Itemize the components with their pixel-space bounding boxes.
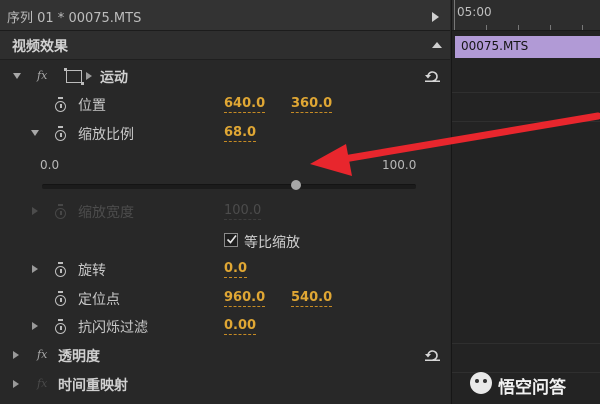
expand-right-icon bbox=[32, 207, 38, 215]
track-divider bbox=[452, 92, 600, 93]
reset-icon[interactable] bbox=[425, 349, 440, 361]
stopwatch-icon bbox=[55, 204, 66, 219]
uniform-scale-label: 等比缩放 bbox=[244, 235, 300, 251]
ruler-tick bbox=[582, 25, 583, 30]
time-remap-label: 时间重映射 bbox=[58, 378, 128, 394]
scroll-up-icon[interactable] bbox=[432, 42, 442, 48]
scale-width-label: 缩放宽度 bbox=[78, 205, 134, 221]
stopwatch-icon[interactable] bbox=[55, 126, 66, 141]
expand-right-icon[interactable] bbox=[13, 380, 19, 388]
timeline-ruler[interactable]: 05:00 bbox=[452, 0, 600, 31]
position-y-value[interactable]: 360.0 bbox=[291, 96, 333, 113]
timeline-clip[interactable]: 00075.MTS bbox=[455, 36, 600, 58]
effect-row-time-remap[interactable]: fx 时间重映射 bbox=[0, 372, 450, 396]
rotation-label: 旋转 bbox=[78, 263, 106, 279]
anchor-y-value[interactable]: 540.0 bbox=[291, 290, 333, 307]
expand-down-icon[interactable] bbox=[13, 73, 21, 79]
param-row-scale: 缩放比例 68.0 bbox=[0, 121, 450, 145]
expand-right-icon[interactable] bbox=[13, 351, 19, 359]
ruler-tick bbox=[486, 25, 487, 30]
sequence-title[interactable]: 序列 01 * 00075.MTS bbox=[7, 7, 141, 26]
fx-icon: fx bbox=[37, 377, 48, 390]
position-x-value[interactable]: 640.0 bbox=[224, 96, 266, 113]
param-row-position: 位置 640.0 360.0 bbox=[0, 92, 450, 116]
effect-controls-panel: 序列 01 * 00075.MTS 视频效果 fx 运动 位置 640.0 36… bbox=[0, 0, 450, 404]
param-row-anchor: 定位点 960.0 540.0 bbox=[0, 286, 450, 310]
slider-max-label: 100.0 bbox=[382, 158, 417, 172]
fx-icon[interactable]: fx bbox=[37, 348, 47, 361]
play-triangle-icon[interactable] bbox=[432, 12, 439, 22]
rotation-value[interactable]: 0.0 bbox=[224, 261, 248, 278]
video-effects-title: 视频效果 bbox=[12, 39, 68, 55]
watermark: 悟空问答 bbox=[470, 370, 598, 398]
ruler-tick bbox=[454, 0, 455, 30]
stopwatch-icon[interactable] bbox=[55, 291, 66, 306]
track-divider bbox=[452, 121, 600, 122]
timeline-time-label: 05:00 bbox=[457, 5, 492, 19]
fx-icon[interactable]: fx bbox=[37, 69, 47, 82]
expand-right-icon[interactable] bbox=[32, 322, 38, 330]
sequence-header: 序列 01 * 00075.MTS bbox=[0, 0, 450, 31]
stopwatch-icon[interactable] bbox=[55, 97, 66, 112]
scale-value[interactable]: 68.0 bbox=[224, 125, 257, 142]
param-row-flicker: 抗闪烁过滤 0.00 bbox=[0, 314, 450, 338]
param-row-scale-width: 缩放宽度 100.0 bbox=[0, 199, 450, 223]
track-divider bbox=[452, 343, 600, 344]
video-effects-header: 视频效果 bbox=[0, 31, 450, 60]
wukong-logo-icon bbox=[470, 372, 492, 394]
param-row-rotation: 旋转 0.0 bbox=[0, 257, 450, 281]
premiere-effect-controls: 序列 01 * 00075.MTS 视频效果 fx 运动 位置 640.0 36… bbox=[0, 0, 600, 404]
ruler-tick bbox=[550, 25, 551, 30]
timeline-panel: 05:00 00075.MTS bbox=[451, 0, 600, 404]
stopwatch-icon[interactable] bbox=[55, 319, 66, 334]
expand-down-icon[interactable] bbox=[31, 130, 39, 136]
motion-arrow-icon bbox=[86, 72, 92, 80]
uniform-scale-checkbox[interactable] bbox=[224, 233, 238, 247]
stopwatch-icon[interactable] bbox=[55, 262, 66, 277]
effect-row-motion[interactable]: fx 运动 bbox=[0, 64, 450, 88]
position-label: 位置 bbox=[78, 98, 106, 114]
watermark-text: 悟空问答 bbox=[498, 378, 566, 398]
checkmark-icon bbox=[226, 235, 237, 244]
opacity-label: 透明度 bbox=[58, 349, 100, 365]
ruler-tick bbox=[518, 25, 519, 30]
anchor-label: 定位点 bbox=[78, 292, 120, 308]
clip-label: 00075.MTS bbox=[461, 39, 529, 53]
motion-transform-icon[interactable] bbox=[64, 68, 84, 85]
flicker-label: 抗闪烁过滤 bbox=[78, 320, 148, 336]
anchor-x-value[interactable]: 960.0 bbox=[224, 290, 266, 307]
slider-min-label: 0.0 bbox=[40, 158, 60, 172]
scale-slider-track[interactable] bbox=[42, 184, 416, 189]
reset-icon[interactable] bbox=[425, 70, 440, 82]
flicker-value[interactable]: 0.00 bbox=[224, 318, 257, 335]
motion-label: 运动 bbox=[100, 70, 128, 86]
scale-width-value: 100.0 bbox=[224, 203, 262, 220]
effect-row-opacity[interactable]: fx 透明度 bbox=[0, 343, 450, 367]
expand-right-icon[interactable] bbox=[32, 265, 38, 273]
scale-label: 缩放比例 bbox=[78, 127, 134, 143]
